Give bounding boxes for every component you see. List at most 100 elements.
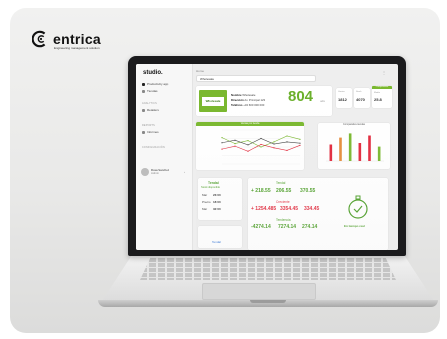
mini-label: Ventas — [338, 91, 345, 93]
sidebar-item-label: Productivity app — [147, 82, 169, 86]
sidebar-item-retailers[interactable]: Retailers — [142, 108, 159, 112]
line-point — [234, 143, 236, 145]
store-address: Dirección Av. Principal 123 — [231, 98, 266, 102]
totals-value-1: + 218.55 — [251, 188, 271, 194]
chevron-down-icon[interactable]: › — [184, 170, 185, 174]
profile-text: Rosa Sanchez Admin — [151, 168, 169, 176]
line-point — [286, 149, 288, 151]
line-point — [260, 137, 262, 140]
totals-value-5: 3354.45 — [280, 206, 299, 212]
totals-value-4: + 1254.485 — [251, 206, 277, 212]
bar — [368, 135, 371, 161]
line-point — [247, 140, 249, 142]
totals-bottom-title: Tendencia — [276, 218, 291, 222]
store-phone: Teléfono +34 600 000 000 — [231, 103, 265, 107]
totals-card: Tendal + 218.55 206.55 370.55 Creciente … — [248, 178, 388, 250]
line-chart — [221, 129, 301, 165]
line-point — [273, 141, 275, 143]
bar — [348, 133, 352, 161]
line-point — [247, 150, 249, 152]
mini-value: 1812 — [338, 97, 347, 102]
bar — [339, 137, 342, 161]
line-point — [221, 137, 223, 139]
bar — [377, 146, 381, 161]
line-point — [234, 145, 236, 147]
avatar — [141, 168, 149, 176]
backdrop: entrica Engineering management solution … — [10, 8, 440, 333]
table-row: Mar 23:00 — [202, 193, 221, 197]
sidebar-item-reports[interactable]: Informes — [142, 130, 159, 134]
app-brand: studio. — [143, 70, 163, 76]
entrica-logo-icon — [32, 30, 46, 48]
table-row: Mar 32:00 — [202, 207, 221, 211]
laptop-screen: studio. Productivity app Tiendas ANALYTI… — [136, 64, 398, 250]
stock-title: Tendal — [208, 181, 219, 185]
mini-value: 25.8 — [374, 97, 382, 102]
line-point — [234, 139, 236, 141]
laptop-notch — [250, 300, 286, 303]
bottom-card: Tendal — [198, 226, 242, 248]
mini-label: Stock — [356, 91, 362, 93]
line-point — [299, 144, 301, 146]
home-icon — [142, 82, 145, 86]
totals-value-8: 7274.14 — [278, 224, 297, 230]
line-point — [286, 141, 288, 143]
line-series-0 — [221, 135, 301, 148]
sidebar-section-settings: CONFIGURACIÓN — [142, 146, 165, 149]
stock-card: Tendal Stock disponible Mar 23:00 Precio 1… — [198, 178, 242, 220]
bar — [358, 143, 362, 161]
realtime-label: En tiempo real — [344, 224, 365, 228]
stopwatch-icon — [348, 195, 368, 219]
laptop-keyboard — [140, 258, 396, 280]
main-content: Home ⋮ Wholesale Wholesale Nombre Wholes… — [196, 64, 398, 250]
mini-label: Media — [374, 92, 380, 94]
table-row: Precio 18:00 — [202, 200, 221, 204]
totals-title: Tendal — [276, 181, 286, 185]
store-info-card: Wholesale Nombre Wholesale Dirección Av.… — [196, 86, 332, 116]
line-point — [221, 142, 223, 144]
sidebar-item-stores[interactable]: Tiendas — [142, 89, 158, 93]
store-logo: Wholesale — [199, 90, 227, 112]
line-point — [299, 142, 301, 144]
line-point — [260, 146, 262, 148]
sidebar-item-label: Retailers — [147, 108, 159, 112]
store-select[interactable]: Wholesale — [196, 75, 316, 82]
store-logo-text: Wholesale — [202, 96, 224, 106]
brand-tagline: Engineering management solution — [54, 46, 100, 50]
sidebar-item-label: Tiendas — [147, 89, 158, 93]
totals-value-9: 274.14 — [302, 224, 318, 230]
kpi-unit: uds — [320, 99, 325, 103]
store-name: Nombre Wholesale — [231, 93, 256, 97]
totals-mid-title: Creciente — [276, 200, 290, 204]
more-icon[interactable]: ⋮ — [382, 70, 386, 75]
mini-card: Ventas 1812 — [336, 88, 352, 108]
line-series-1 — [221, 144, 301, 152]
sidebar-section-analytics: ANALYTICS — [142, 102, 157, 105]
breadcrumb: Home — [196, 69, 205, 73]
line-point — [221, 148, 223, 150]
line-point — [273, 147, 275, 149]
sidebar-item-label: Informes — [147, 130, 159, 134]
user-profile[interactable]: Rosa Sanchez Admin › — [141, 166, 187, 178]
stock-subtitle: Stock disponible — [201, 186, 220, 189]
line-point — [286, 135, 288, 137]
bar-chart-card: Comparativa tiendas — [318, 123, 390, 169]
bar — [329, 144, 333, 161]
chart-icon — [142, 108, 145, 112]
line-point — [247, 144, 249, 146]
sidebar-item-home[interactable]: Productivity app — [142, 82, 168, 86]
profile-role: Admin — [151, 171, 159, 175]
sidebar: studio. Productivity app Tiendas ANALYTI… — [136, 64, 193, 250]
line-point — [299, 138, 301, 140]
document-icon — [142, 130, 145, 134]
totals-value-7: -4274.14 — [251, 224, 271, 230]
bottom-card-label: Tendal — [212, 240, 221, 244]
brand-name: entrica — [53, 31, 102, 47]
totals-value-2: 206.55 — [276, 188, 292, 194]
mini-head: Comparativa — [372, 86, 392, 89]
mini-card: Comparativa Media 25.8 — [372, 86, 392, 108]
kpi-value: 804 — [288, 88, 314, 105]
mini-value: 4070 — [356, 97, 365, 102]
line-chart-card: Ventas por tienda — [196, 122, 304, 170]
store-icon — [142, 89, 145, 93]
